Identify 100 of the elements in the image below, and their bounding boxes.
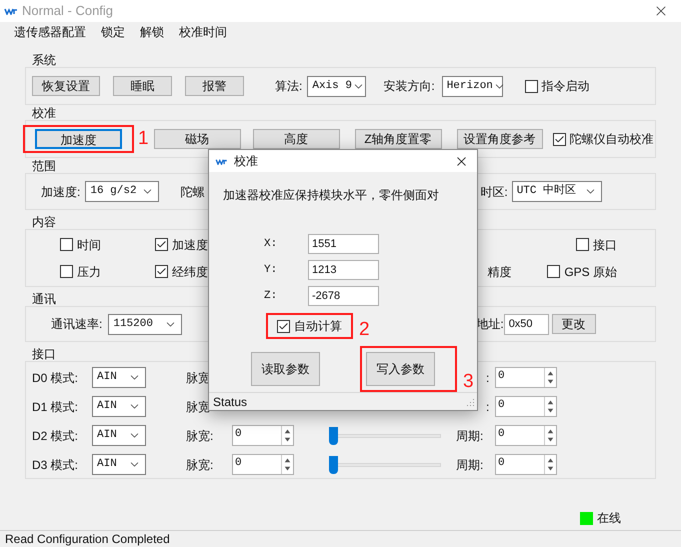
checkbox-label: GPS 原始 xyxy=(564,264,617,280)
field-label: 时区: xyxy=(480,184,508,200)
dropdown[interactable]: Herizon xyxy=(442,76,503,96)
address-field[interactable]: 0x50 xyxy=(504,314,549,334)
slider-thumb[interactable] xyxy=(329,456,338,474)
checkbox[interactable] xyxy=(155,265,168,278)
logo-icon xyxy=(215,158,228,164)
field-label: 周期: xyxy=(456,456,484,474)
field-label: D2 模式: xyxy=(32,428,80,444)
group-title: 内容 xyxy=(32,215,56,229)
field-label: 通讯速率: xyxy=(51,316,102,333)
field-label: 陀螺 xyxy=(180,184,204,200)
dialog-title: 校准 xyxy=(234,153,258,170)
dialog-message: 加速器校准应保持模块水平，零件侧面对 xyxy=(223,187,440,204)
checkbox-label: 精度 xyxy=(487,264,512,280)
stepper-icon[interactable] xyxy=(544,426,556,445)
stepper-icon[interactable] xyxy=(544,368,556,387)
menu-item[interactable]: 锁定 xyxy=(101,23,125,41)
field-label: 安装方向: xyxy=(383,78,435,95)
logo-icon xyxy=(4,7,18,15)
checkbox[interactable] xyxy=(552,132,566,146)
group-title: 范围 xyxy=(32,159,56,173)
menu-item[interactable]: 解锁 xyxy=(140,23,164,41)
push-button[interactable]: 睡眠 xyxy=(113,76,172,96)
dropdown[interactable]: AIN xyxy=(92,396,146,417)
field-label: 地址: xyxy=(476,316,504,333)
window-title: Normal - Config xyxy=(22,2,114,20)
spin-field[interactable]: 0 xyxy=(495,367,557,388)
checkbox-label: 陀螺仪自动校准 xyxy=(570,131,654,148)
field-label: : xyxy=(486,398,490,416)
field-label: 脉宽: xyxy=(186,428,214,444)
checkbox-label: 自动计算 xyxy=(294,318,342,335)
slider-thumb[interactable] xyxy=(329,426,338,444)
checkbox[interactable] xyxy=(524,80,538,92)
push-button[interactable]: 设置角度参考 xyxy=(456,129,543,149)
value-field[interactable]: 1213 xyxy=(308,260,379,280)
group-title: 通讯 xyxy=(32,292,56,306)
spin-field[interactable]: 0 xyxy=(232,454,294,475)
value-field[interactable]: 1551 xyxy=(308,234,379,254)
stepper-icon[interactable] xyxy=(544,455,556,474)
annotation-number: 2 xyxy=(359,319,370,340)
dialog-status-text: Status xyxy=(213,394,248,410)
dropdown[interactable]: Axis 9 xyxy=(307,76,366,96)
push-button[interactable]: Z轴角度置零 xyxy=(354,129,442,149)
checkbox-label: 接口 xyxy=(593,236,617,254)
slider-track[interactable] xyxy=(329,426,441,444)
push-button[interactable]: 写入参数 xyxy=(366,352,435,386)
group-title: 校准 xyxy=(32,106,56,120)
checkbox[interactable] xyxy=(60,265,73,278)
field-label: Y: xyxy=(264,262,278,278)
checkbox-label: 时间 xyxy=(77,236,101,254)
stepper-icon[interactable] xyxy=(281,426,293,445)
field-label: D1 模式: xyxy=(32,398,80,416)
field-label: 脉宽: xyxy=(186,456,214,474)
field-label: D3 模式: xyxy=(32,456,80,474)
checkbox[interactable] xyxy=(60,238,73,251)
spin-field[interactable]: 0 xyxy=(495,454,557,475)
menu-item[interactable]: 校准时间 xyxy=(179,23,227,41)
dropdown[interactable]: AIN xyxy=(92,425,146,446)
checkbox-label: 经纬度 xyxy=(172,264,208,280)
checkbox[interactable] xyxy=(547,265,560,278)
dropdown[interactable]: 16 g/s2 xyxy=(85,181,160,202)
status-text: Read Configuration Completed xyxy=(5,531,170,547)
annotation-number: 1 xyxy=(138,128,149,149)
push-button[interactable]: 恢复设置 xyxy=(32,76,100,96)
dropdown[interactable]: UTC 中时区 xyxy=(512,181,602,202)
field-label: D0 模式: xyxy=(32,370,80,386)
field-label: 加速度: xyxy=(41,184,80,200)
connection-label: 在线 xyxy=(597,510,621,527)
checkbox-label: 压力 xyxy=(77,264,101,280)
group-title: 接口 xyxy=(32,347,56,361)
checkbox[interactable] xyxy=(576,238,589,251)
push-button[interactable]: 读取参数 xyxy=(251,352,320,386)
field-label: X: xyxy=(264,236,278,252)
checkbox-label: 加速度 xyxy=(172,236,208,254)
dropdown[interactable]: 115200 xyxy=(108,314,182,334)
field-label: Z: xyxy=(264,288,278,304)
resize-grip-icon[interactable] xyxy=(466,398,474,406)
slider-track[interactable] xyxy=(329,456,441,474)
field-label: 周期: xyxy=(456,428,484,444)
menu-item[interactable]: 遗传感器配置 xyxy=(14,23,86,41)
field-label: 算法: xyxy=(275,78,302,95)
dropdown[interactable]: AIN xyxy=(92,454,146,475)
push-button[interactable]: 更改 xyxy=(552,314,596,334)
checkbox-label: 指令启动 xyxy=(542,78,590,95)
push-button[interactable]: 报警 xyxy=(185,76,244,96)
spin-field[interactable]: 0 xyxy=(495,425,557,446)
group-title: 系统 xyxy=(32,53,56,67)
stepper-icon[interactable] xyxy=(544,397,556,416)
annotation-number: 3 xyxy=(463,371,474,392)
push-button[interactable]: 高度 xyxy=(252,129,340,149)
stepper-icon[interactable] xyxy=(281,455,293,474)
checkbox[interactable] xyxy=(155,238,168,251)
checkbox[interactable] xyxy=(277,320,290,332)
push-button[interactable]: 磁场 xyxy=(154,129,241,149)
push-button[interactable]: 加速度 xyxy=(35,129,122,149)
dropdown[interactable]: AIN xyxy=(92,367,146,388)
spin-field[interactable]: 0 xyxy=(232,425,294,446)
value-field[interactable]: -2678 xyxy=(308,286,379,306)
spin-field[interactable]: 0 xyxy=(495,396,557,417)
